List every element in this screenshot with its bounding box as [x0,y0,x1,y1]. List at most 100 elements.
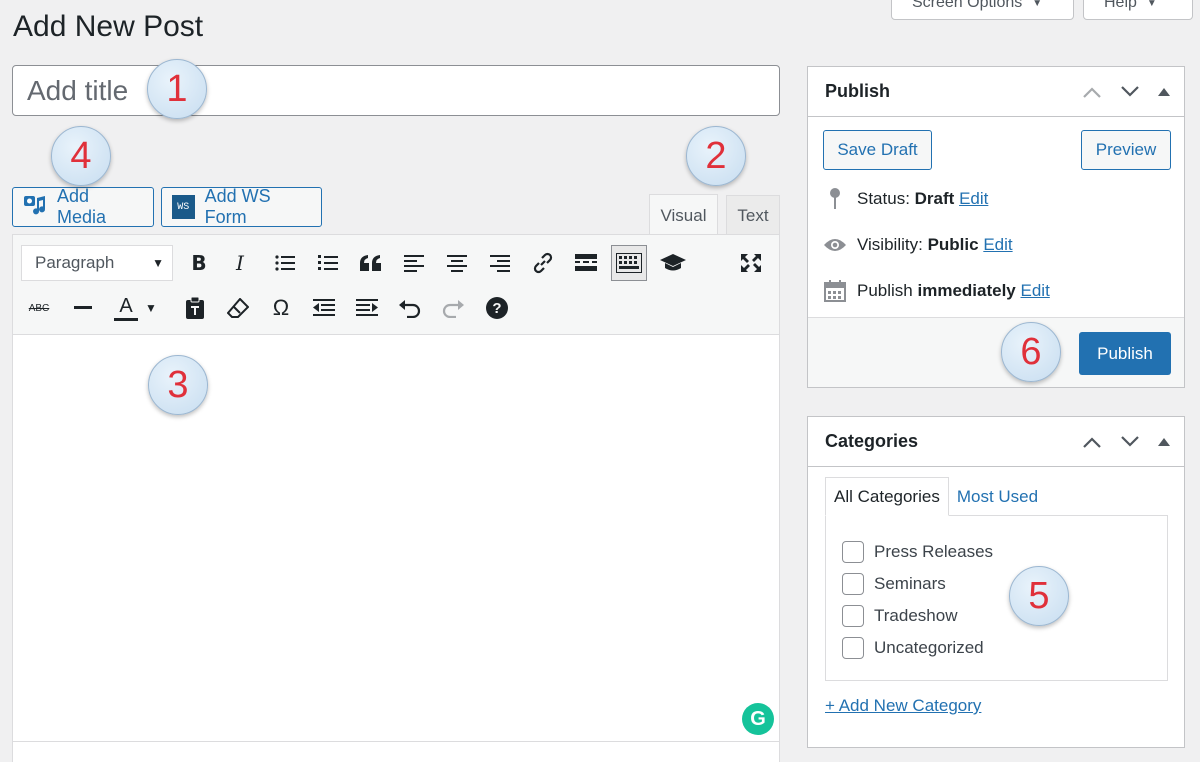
align-center-icon[interactable] [439,245,475,281]
edit-schedule-link[interactable]: Edit [1021,281,1050,300]
indent-icon[interactable] [349,290,385,326]
tab-most-used[interactable]: Most Used [949,477,1046,516]
numbered-list-icon[interactable] [310,245,346,281]
editor-status-bar [13,741,779,762]
add-ws-form-label: Add WS Form [204,186,271,227]
editor-container: Paragraph ▼ B I ABC A ▼ Ω ? G [12,234,780,762]
category-tabs: All Categories Most Used [825,477,1046,516]
bold-icon[interactable]: B [181,245,217,281]
category-checkbox[interactable] [842,573,864,595]
format-select-value: Paragraph [35,253,115,272]
category-item[interactable]: Press Releases [842,540,993,564]
category-label: Seminars [874,574,946,593]
publish-heading: Publish [825,81,891,101]
outdent-icon[interactable] [306,290,342,326]
grammarly-icon[interactable]: G [742,703,774,735]
undo-icon[interactable] [392,290,428,326]
italic-icon[interactable]: I [222,245,258,281]
format-select[interactable]: Paragraph ▼ [21,245,173,281]
category-item[interactable]: Tradeshow [842,604,957,628]
schedule-value: immediately [917,281,1016,300]
text-color-caret-icon[interactable]: ▼ [141,290,161,326]
help-button[interactable]: Help ▼ [1083,0,1193,20]
annotation-marker-1: 1 [147,59,207,119]
schedule-text: Publish immediately Edit [857,281,1050,301]
toolbar-row-1: Paragraph ▼ B I [13,243,779,283]
page-title: Add New Post [13,10,204,43]
collapse-toggle-icon[interactable] [1158,88,1170,96]
category-checklist: Press Releases Seminars Tradeshow Uncate… [825,515,1168,681]
category-checkbox[interactable] [842,605,864,627]
annotation-marker-5: 5 [1009,566,1069,626]
save-draft-button[interactable]: Save Draft [823,130,932,170]
text-color-icon[interactable]: A [108,290,144,326]
tab-text[interactable]: Text [726,195,780,235]
preview-button[interactable]: Preview [1081,130,1171,170]
eye-icon [823,237,847,253]
calendar-icon [823,280,847,302]
categories-box-header: Categories [808,417,1184,467]
screen-options-label: Screen Options [912,0,1023,11]
add-media-button[interactable]: Add Media [12,186,154,227]
fullscreen-icon[interactable] [733,245,769,281]
schedule-label: Publish [857,281,913,300]
category-checkbox[interactable] [842,541,864,563]
category-item[interactable]: Uncategorized [842,636,984,660]
help-glyph: ? [486,297,508,319]
ws-form-icon: WS [172,195,195,219]
annotation-marker-6: 6 [1001,322,1061,382]
tab-all-categories[interactable]: All Categories [825,477,949,516]
visibility-label: Visibility: [857,235,923,254]
publish-box: Publish Save Draft Preview Status: Draft… [807,66,1185,388]
special-character-icon[interactable]: Ω [263,290,299,326]
paste-text-icon[interactable] [177,290,213,326]
category-label: Tradeshow [874,606,958,625]
tab-visual[interactable]: Visual [649,194,718,236]
publish-actions: Publish [808,317,1184,387]
help-label: Help [1104,0,1137,11]
link-icon[interactable] [525,245,561,281]
graduation-cap-icon[interactable] [655,245,691,281]
publish-box-header: Publish [808,67,1184,117]
move-down-icon[interactable] [1120,436,1140,448]
color-bar [114,317,138,321]
collapse-toggle-icon[interactable] [1158,438,1170,446]
blockquote-icon[interactable] [353,245,389,281]
toolbar-toggle-icon[interactable] [611,245,647,281]
redo-icon[interactable] [435,290,471,326]
visibility-text: Visibility: Public Edit [857,235,1013,255]
edit-visibility-link[interactable]: Edit [983,235,1012,254]
edit-status-link[interactable]: Edit [959,189,988,208]
align-right-icon[interactable] [482,245,518,281]
editor-toolbar: Paragraph ▼ B I ABC A ▼ Ω ? [13,235,779,335]
editor-content-area[interactable] [13,335,779,741]
title-placeholder: Add title [27,74,129,106]
media-icon [23,194,47,221]
post-title-input[interactable]: Add title [12,65,780,116]
publish-box-controls [1082,67,1170,117]
annotation-marker-2: 2 [686,126,746,186]
category-checkbox[interactable] [842,637,864,659]
categories-box-controls [1082,417,1170,467]
bullet-list-icon[interactable] [267,245,303,281]
align-left-icon[interactable] [396,245,432,281]
annotation-marker-3: 3 [148,355,208,415]
pin-icon [823,188,847,210]
toolbar-row-2: ABC A ▼ Ω ? [13,288,779,328]
publish-button[interactable]: Publish [1079,332,1171,375]
read-more-icon[interactable] [568,245,604,281]
help-icon[interactable]: ? [479,290,515,326]
screen-options-button[interactable]: Screen Options ▼ [891,0,1074,20]
move-up-icon[interactable] [1082,436,1102,448]
add-ws-form-button[interactable]: WS Add WS Form [161,186,322,227]
add-new-category-link[interactable]: + Add New Category [825,696,981,716]
caret-down-icon: ▼ [1032,0,1043,9]
schedule-row: Publish immediately Edit [823,278,1050,304]
horizontal-line-icon[interactable] [65,290,101,326]
move-down-icon[interactable] [1120,86,1140,98]
clear-formatting-icon[interactable] [220,290,256,326]
strikethrough-icon[interactable]: ABC [21,290,57,326]
category-item[interactable]: Seminars [842,572,946,596]
status-label: Status: [857,189,910,208]
move-up-icon[interactable] [1082,86,1102,98]
